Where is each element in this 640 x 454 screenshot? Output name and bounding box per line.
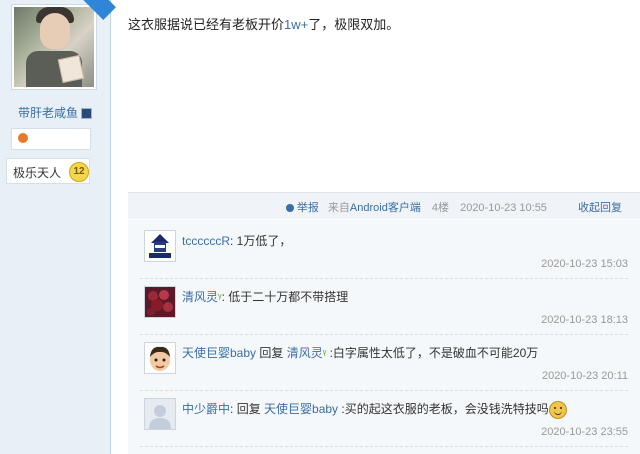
avatar-image — [14, 7, 94, 87]
comment-item: 中少爵中: 回复 天使巨婴baby :买的起这衣服的老板，会没钱洗特技吗 202… — [140, 392, 628, 447]
comment-text: tccccccR: 1万低了， — [182, 234, 292, 248]
post-content: 这衣服据说已经有老板开价1w+了，极限双加。 — [128, 14, 399, 33]
author-sidebar: 带肝老咸鱼 极乐天人 12 — [0, 0, 116, 454]
comment-avatar[interactable] — [144, 398, 176, 430]
comment-text: 天使巨婴baby: 回复 清风灵ᵞ :白字属性太低了，不是破血不可能20万 — [182, 346, 539, 360]
comment-username[interactable]: 天使巨婴baby — [182, 346, 256, 360]
comment-body: :买的起这衣服的老板，会没钱洗特技吗 — [338, 402, 549, 416]
post-text-part: 这衣服据说已经有老板开价 — [128, 17, 285, 32]
author-username[interactable]: 带肝老咸鱼 — [18, 106, 78, 120]
user-group-name: 极乐天人 — [13, 166, 62, 180]
collapse-replies-link[interactable]: 收起回复 — [578, 202, 622, 214]
comment-avatar[interactable] — [144, 230, 176, 262]
post-text-part: 了，极限双加。 — [308, 17, 400, 32]
comment-list: tccccccR: 1万低了， 2020-10-23 15:03 清风灵ᵞ: 低… — [128, 220, 640, 454]
comment-username[interactable]: 清风灵 — [182, 290, 218, 304]
author-username-link[interactable]: 带肝老咸鱼 — [18, 104, 93, 121]
reply-to-username[interactable]: 天使巨婴baby — [264, 402, 338, 416]
post-text-highlight: 1w+ — [284, 17, 309, 32]
comment-timestamp: 2020-10-23 23:55 — [541, 426, 628, 438]
comment-body: :白字属性太低了，不是破血不可能20万 — [326, 346, 539, 360]
author-avatar[interactable] — [11, 4, 97, 90]
comment-item: tccccccR: 1万低了， 2020-10-23 15:03 — [140, 224, 628, 279]
comment-timestamp: 2020-10-23 20:11 — [541, 370, 628, 382]
comment-text: 清风灵ᵞ: 低于二十万都不带搭理 — [182, 290, 349, 304]
comment-username[interactable]: 中少爵中 — [182, 402, 230, 416]
smile-emoji-icon — [548, 400, 567, 419]
report-icon — [285, 204, 294, 213]
report-link[interactable]: 举报 — [297, 202, 319, 214]
post-footer: 举报 来自Android客户端 4楼 2020-10-23 10:55 收起回复 — [128, 192, 640, 219]
level-badge-icon: 12 — [69, 162, 89, 182]
comment-avatar[interactable] — [144, 286, 176, 318]
comment-item: 清风灵ᵞ: 低于二十万都不带搭理 2020-10-23 18:13 — [140, 280, 628, 335]
comment-body: 低于二十万都不带搭理 — [224, 290, 349, 304]
floor-number: 4楼 — [431, 202, 450, 214]
user-group-box: 极乐天人 12 — [6, 158, 90, 184]
comment-avatar[interactable] — [144, 342, 176, 374]
comment-timestamp: 2020-10-23 15:03 — [541, 258, 628, 270]
comment-text: 中少爵中: 回复 天使巨婴baby :买的起这衣服的老板，会没钱洗特技吗 — [182, 400, 567, 419]
medal-box — [11, 128, 91, 150]
online-status-icon — [81, 108, 93, 120]
comment-body: 1万低了， — [233, 234, 292, 248]
post-timestamp: 2020-10-23 10:55 — [460, 202, 547, 214]
source-client-link[interactable]: Android客户端 — [350, 202, 421, 214]
post-source: 来自Android客户端 — [327, 202, 421, 214]
medal-icon[interactable] — [18, 133, 28, 143]
reply-to-username[interactable]: 清风灵 — [287, 346, 323, 360]
comment-timestamp: 2020-10-23 18:13 — [541, 314, 628, 326]
comment-username[interactable]: tccccccR — [182, 234, 230, 248]
comment-item: 天使巨婴baby: 回复 清风灵ᵞ :白字属性太低了，不是破血不可能20万 20… — [140, 336, 628, 391]
